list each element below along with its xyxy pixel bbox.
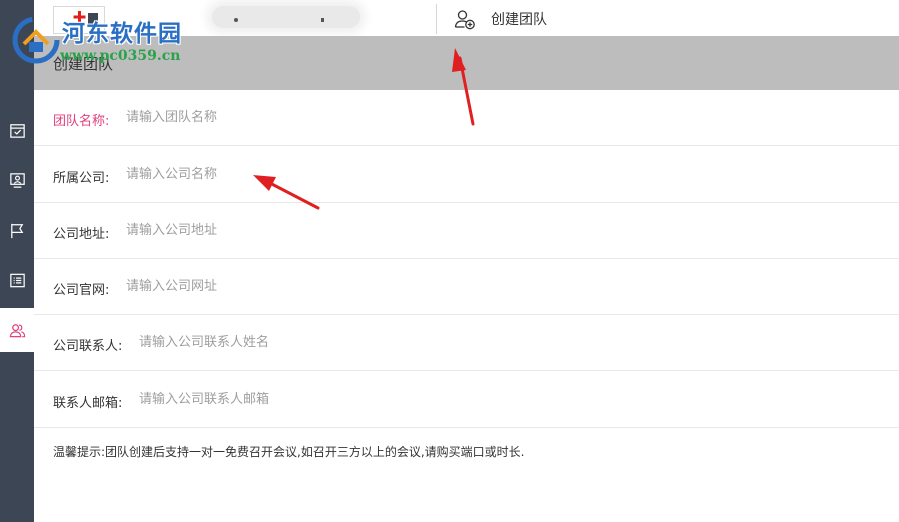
form-row-team-name: 团队名称: [34,90,899,146]
watermark-text: 河东软件园 [62,20,182,47]
watermark-logo-icon [12,16,60,64]
list-icon [9,273,25,287]
form-row-email: 联系人邮箱: [34,372,899,428]
sidebar-item-flag[interactable] [0,208,34,252]
monitor-user-icon [9,172,25,188]
company-address-input[interactable] [126,217,646,243]
sidebar-item-team[interactable] [0,308,34,352]
contact-name-input[interactable] [139,329,659,355]
add-user-icon [454,10,475,30]
team-name-input[interactable] [126,104,646,130]
blurred-user-info [212,6,360,28]
blurred-text-fragment [321,18,324,22]
create-team-button[interactable]: 创建团队 [453,7,547,31]
contact-email-label: 联系人邮箱: [53,396,123,411]
company-label: 所属公司: [53,171,110,186]
sidebar-item-schedule[interactable] [0,108,34,152]
create-team-label: 创建团队 [491,12,547,28]
tip-text: 温馨提示:团队创建后支持一对一免费召开会议,如召开三方以上的会议,请购买端口或时… [53,445,525,459]
contact-name-label: 公司联系人: [53,339,123,354]
sidebar [0,0,34,522]
flag-icon [10,223,23,238]
form-row-company: 所属公司: [34,147,899,203]
sidebar-item-meeting[interactable] [0,158,34,202]
calendar-check-icon [9,123,25,138]
company-website-input[interactable] [126,273,646,299]
company-address-label: 公司地址: [53,227,110,242]
form-row-website: 公司官网: [34,259,899,315]
toolbar-divider [436,4,437,34]
company-website-label: 公司官网: [53,283,110,298]
form-row-contact: 公司联系人: [34,315,899,371]
blurred-text-fragment [234,18,238,22]
company-name-input[interactable] [126,161,646,187]
form-row-address: 公司地址: [34,203,899,259]
contact-email-input[interactable] [139,386,659,412]
sidebar-item-list[interactable] [0,258,34,302]
users-icon [9,323,25,337]
watermark-url: www.pc0359.cn [60,48,181,64]
team-name-label: 团队名称: [53,114,110,129]
